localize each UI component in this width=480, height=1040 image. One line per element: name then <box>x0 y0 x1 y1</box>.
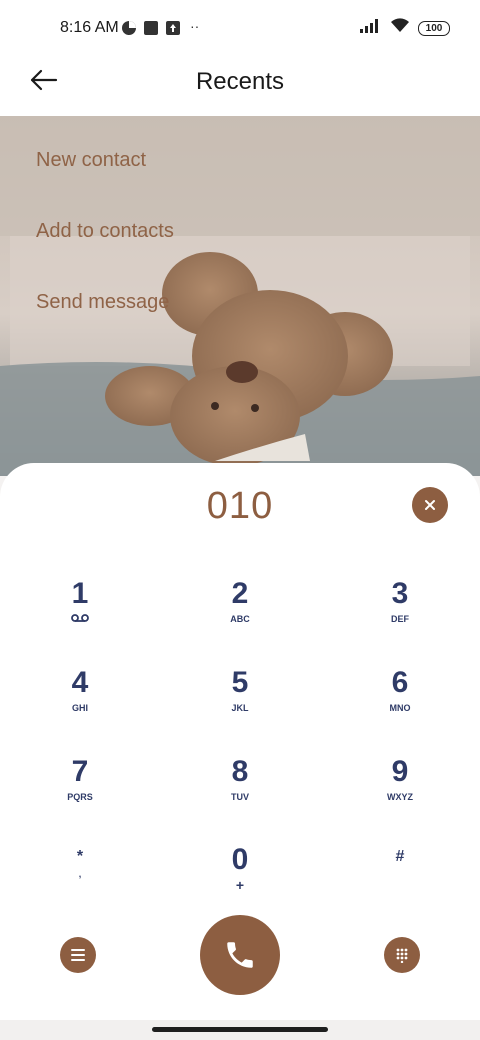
key-hash[interactable]: # <box>350 848 450 918</box>
dialpad-toggle-button[interactable] <box>384 937 420 973</box>
call-button[interactable] <box>200 915 280 995</box>
key-digit: 5 <box>231 666 249 699</box>
key-7[interactable]: 7 PQRS <box>30 755 130 825</box>
key-5[interactable]: 5 JKL <box>190 666 290 736</box>
dialed-number: 010 <box>206 485 274 527</box>
key-9[interactable]: 9 WXYZ <box>350 755 450 825</box>
key-letters: TUV <box>231 792 249 802</box>
key-digit: * <box>76 848 84 865</box>
dialpad-icon <box>396 948 408 963</box>
key-3[interactable]: 3 DEF <box>350 577 450 647</box>
key-4[interactable]: 4 GHI <box>30 666 130 736</box>
notification-app-icon <box>121 20 137 41</box>
menu-item-send-message[interactable]: Send message <box>36 291 169 314</box>
close-icon <box>425 500 435 510</box>
phone-icon <box>227 942 253 968</box>
key-letters: JKL <box>231 703 249 713</box>
more-notifications-icon: ·· <box>190 18 200 34</box>
signal-icon <box>360 18 382 38</box>
key-star[interactable]: * , <box>30 848 130 918</box>
menu-button[interactable] <box>60 937 96 973</box>
key-digit: # <box>395 848 405 865</box>
key-digit: 2 <box>231 577 249 610</box>
key-digit: 7 <box>71 755 89 788</box>
key-digit: 3 <box>391 577 409 610</box>
upload-icon <box>165 20 181 41</box>
wifi-icon <box>390 18 410 38</box>
menu-icon <box>71 949 85 961</box>
notification-square-icon <box>143 20 159 41</box>
key-letters: , <box>78 869 82 879</box>
menu-item-add-to-contacts[interactable]: Add to contacts <box>36 220 174 243</box>
key-0[interactable]: 0 + <box>190 843 290 913</box>
key-digit: 8 <box>231 755 249 788</box>
home-indicator[interactable] <box>152 1027 328 1032</box>
key-letters: MNO <box>389 703 411 713</box>
wallpaper-background: New contact Add to contacts Send message <box>0 116 480 476</box>
status-bar: 8:16 AM ·· 100 <box>0 0 480 52</box>
key-letters: WXYZ <box>387 792 413 802</box>
voicemail-icon <box>30 614 130 624</box>
key-digit: 0 <box>231 843 249 876</box>
status-time: 8:16 AM <box>60 19 119 36</box>
page-title: Recents <box>195 68 285 95</box>
key-digit: 6 <box>391 666 409 699</box>
menu-item-new-contact[interactable]: New contact <box>36 149 146 172</box>
battery-indicator: 100 <box>418 20 450 36</box>
clear-button[interactable] <box>412 487 448 523</box>
key-letters: + <box>235 877 245 893</box>
key-6[interactable]: 6 MNO <box>350 666 450 736</box>
key-digit: 9 <box>391 755 409 788</box>
key-1[interactable]: 1 <box>30 577 130 647</box>
key-letters: DEF <box>391 614 409 624</box>
key-letters: ABC <box>230 614 250 624</box>
dialpad-panel: 010 1 2 ABC 3 DEF 4 GHI 5 JKL 6 MNO 7 PQ… <box>0 463 480 1040</box>
key-letters: PQRS <box>67 792 93 802</box>
key-8[interactable]: 8 TUV <box>190 755 290 825</box>
key-digit: 4 <box>71 666 89 699</box>
key-digit: 1 <box>71 577 89 610</box>
key-letters: GHI <box>71 703 88 713</box>
key-2[interactable]: 2 ABC <box>190 577 290 647</box>
app-header: Recents <box>0 52 480 116</box>
